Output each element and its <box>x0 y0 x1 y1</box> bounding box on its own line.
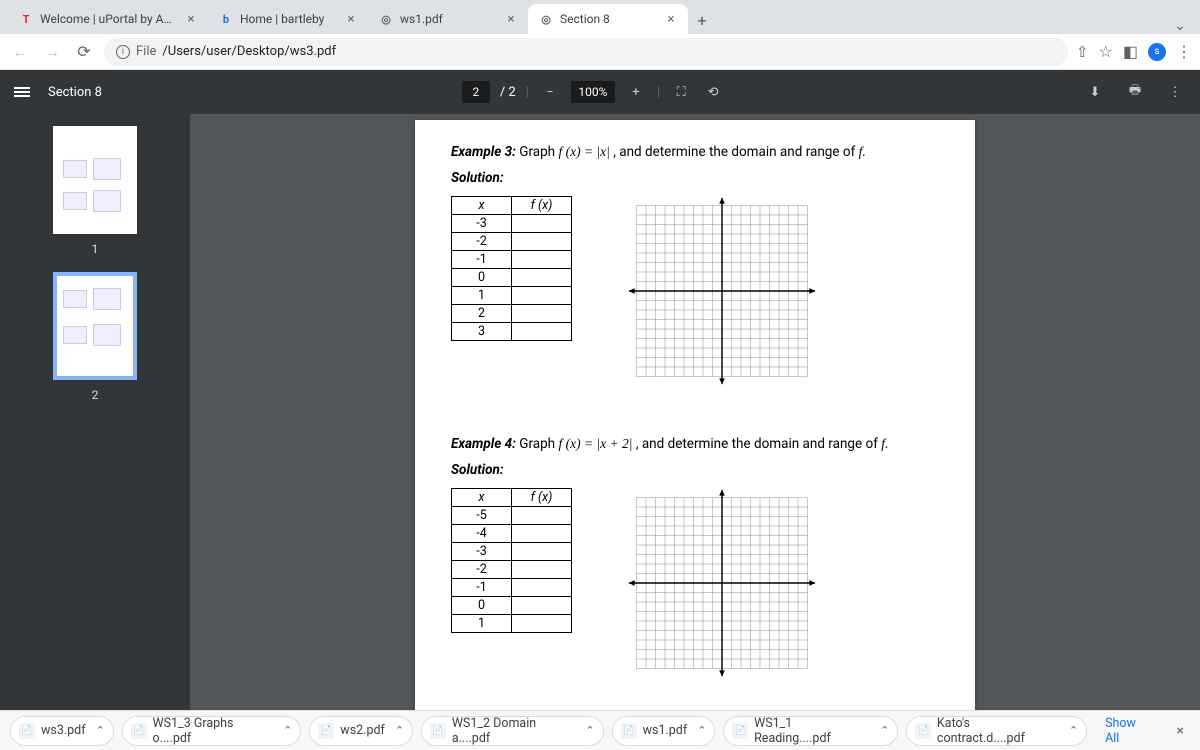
tab-1[interactable]: b Home | bartleby × <box>208 4 368 34</box>
page-total: / 2 <box>500 85 516 100</box>
example3-grid <box>627 196 817 386</box>
pdf-viewer: 1 2 Example 3: Graph f (x) = |x| , and d… <box>0 114 1200 710</box>
example4-solution-label: Solution: <box>451 462 939 478</box>
file-icon: 📄 <box>19 723 35 739</box>
more-icon[interactable]: ⋮ <box>1164 81 1186 103</box>
menu-icon[interactable]: ⋮ <box>1176 42 1192 61</box>
favicon-1: b <box>218 11 234 27</box>
zoom-in-button[interactable]: + <box>625 81 647 103</box>
close-icon[interactable]: × <box>664 12 678 26</box>
close-icon[interactable]: × <box>184 12 198 26</box>
example4-heading: Example 4: Graph f (x) = |x + 2| , and d… <box>451 436 939 452</box>
zoom-level[interactable]: 100% <box>571 81 615 103</box>
close-icon[interactable]: × <box>1171 723 1190 739</box>
avatar[interactable]: s <box>1148 43 1166 61</box>
back-button[interactable]: ← <box>8 40 32 64</box>
tab-3[interactable]: ◎ Section 8 × <box>528 4 688 34</box>
tab-title-3: Section 8 <box>560 12 658 26</box>
pdf-page: Example 3: Graph f (x) = |x| , and deter… <box>415 120 975 710</box>
downloads-bar: 📄ws3.pdf⌃ 📄WS1_3 Graphs o....pdf⌃ 📄ws2.p… <box>0 710 1200 750</box>
favicon-3: ◎ <box>538 11 554 27</box>
example4-table: xf (x) -5 -4 -3 -2 -1 0 1 <box>451 488 572 633</box>
example3-heading: Example 3: Graph f (x) = |x| , and deter… <box>451 144 939 160</box>
show-all-button[interactable]: Show All <box>1095 716 1162 746</box>
hamburger-icon[interactable] <box>14 85 30 99</box>
download-item-6[interactable]: 📄Kato's contract.d....pdf⌃ <box>906 716 1087 746</box>
file-icon: 📄 <box>318 723 334 739</box>
new-tab-button[interactable]: + <box>688 6 716 34</box>
download-icon[interactable]: ⬇ <box>1084 81 1106 103</box>
thumb-label-1: 1 <box>92 242 99 256</box>
close-icon[interactable]: × <box>344 12 358 26</box>
zoom-out-button[interactable]: − <box>539 81 561 103</box>
chevron-down-icon[interactable]: ⌄ <box>1174 18 1186 34</box>
file-icon: 📄 <box>430 723 446 739</box>
download-item-1[interactable]: 📄WS1_3 Graphs o....pdf⌃ <box>122 716 301 746</box>
page-scroll[interactable]: Example 3: Graph f (x) = |x| , and deter… <box>190 114 1200 710</box>
chevron-up-icon[interactable]: ⌃ <box>880 724 889 737</box>
share-icon[interactable]: ⇧ <box>1076 43 1089 61</box>
download-item-4[interactable]: 📄ws1.pdf⌃ <box>612 716 716 746</box>
tab-title-1: Home | bartleby <box>240 12 338 26</box>
chevron-up-icon[interactable]: ⌃ <box>96 724 105 737</box>
chevron-up-icon[interactable]: ⌃ <box>697 724 706 737</box>
chevron-up-icon[interactable]: ⌃ <box>1069 724 1078 737</box>
fit-page-icon[interactable]: ⛶ <box>670 81 692 103</box>
chevron-up-icon[interactable]: ⌃ <box>395 724 404 737</box>
file-icon: 📄 <box>621 723 637 739</box>
thumb-label-2: 2 <box>92 388 99 402</box>
tab-title-0: Welcome | uPortal by Apereo <box>40 12 178 26</box>
download-item-5[interactable]: 📄WS1_1 Reading....pdf⌃ <box>723 716 898 746</box>
favicon-2: ◎ <box>378 11 394 27</box>
example3-table: xf (x) -3 -2 -1 0 1 2 3 <box>451 196 572 341</box>
url-protocol: File <box>136 44 156 59</box>
thumbnail-2[interactable] <box>53 272 137 380</box>
pdf-title: Section 8 <box>48 85 102 100</box>
file-icon: 📄 <box>732 723 748 739</box>
sidepanel-icon[interactable]: ◧ <box>1123 42 1138 61</box>
thumbnail-sidebar: 1 2 <box>0 114 190 710</box>
address-bar: ← → ⟳ i File /Users/user/Desktop/ws3.pdf… <box>0 34 1200 70</box>
tab-title-2: ws1.pdf <box>400 12 498 26</box>
rotate-icon[interactable]: ⟲ <box>702 81 724 103</box>
file-icon: 📄 <box>915 723 931 739</box>
forward-button[interactable]: → <box>40 40 64 64</box>
close-icon[interactable]: × <box>504 12 518 26</box>
tab-2[interactable]: ◎ ws1.pdf × <box>368 4 528 34</box>
example3-solution-label: Solution: <box>451 170 939 186</box>
favicon-0: T <box>18 11 34 27</box>
thumbnail-1[interactable] <box>53 126 137 234</box>
tab-0[interactable]: T Welcome | uPortal by Apereo × <box>8 4 208 34</box>
tab-strip: T Welcome | uPortal by Apereo × b Home |… <box>0 0 1200 34</box>
url-input[interactable]: i File /Users/user/Desktop/ws3.pdf <box>104 38 1068 66</box>
download-item-3[interactable]: 📄WS1_2 Domain a....pdf⌃ <box>421 716 603 746</box>
print-icon[interactable]: 🖶 <box>1124 81 1146 103</box>
pdf-toolbar: Section 8 2 / 2 | − 100% + | ⛶ ⟲ ⬇ 🖶 ⋮ <box>0 70 1200 114</box>
example4-grid <box>627 488 817 678</box>
download-item-0[interactable]: 📄ws3.pdf⌃ <box>10 716 114 746</box>
page-current[interactable]: 2 <box>462 81 490 103</box>
reload-button[interactable]: ⟳ <box>72 40 96 64</box>
chevron-up-icon[interactable]: ⌃ <box>283 724 292 737</box>
download-item-2[interactable]: 📄ws2.pdf⌃ <box>309 716 413 746</box>
file-icon: 📄 <box>131 723 147 739</box>
info-icon: i <box>116 45 130 59</box>
url-path: /Users/user/Desktop/ws3.pdf <box>162 44 336 59</box>
chevron-up-icon[interactable]: ⌃ <box>585 724 594 737</box>
star-icon[interactable]: ☆ <box>1099 42 1113 61</box>
